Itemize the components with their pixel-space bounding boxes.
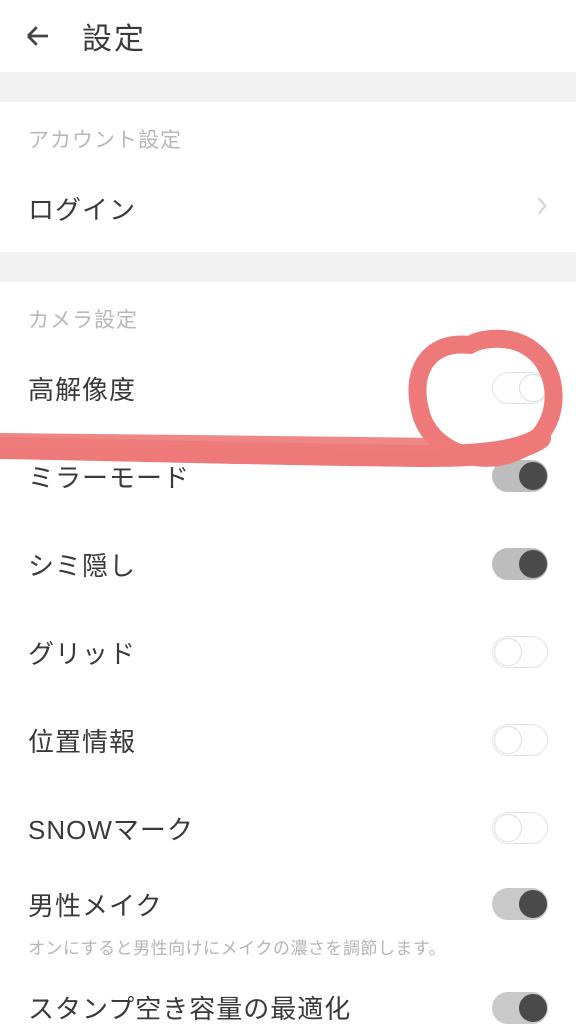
page-title: 設定 <box>82 14 146 58</box>
section-header-account: アカウント設定 <box>0 102 576 164</box>
back-arrow-icon[interactable] <box>20 18 56 54</box>
toggle-snow-mark[interactable] <box>492 812 548 844</box>
label-stamp-optimize: スタンプ空き容量の最適化 <box>28 989 351 1024</box>
row-male-makeup[interactable]: 男性メイク <box>0 872 576 936</box>
row-location[interactable]: 位置情報 <box>0 696 576 784</box>
login-label: ログイン <box>28 190 136 227</box>
section-separator <box>0 72 576 102</box>
row-mirror-mode[interactable]: ミラーモード <box>0 432 576 520</box>
toggle-location[interactable] <box>492 724 548 756</box>
toggle-blemish-hide[interactable] <box>492 548 548 580</box>
header-bar: 設定 <box>0 0 576 72</box>
toggle-mirror-mode[interactable] <box>492 460 548 492</box>
toggle-male-makeup[interactable] <box>492 888 548 920</box>
section-separator <box>0 252 576 282</box>
label-location: 位置情報 <box>28 722 136 759</box>
row-blemish-hide[interactable]: シミ隠し <box>0 520 576 608</box>
row-stamp-optimize[interactable]: スタンプ空き容量の最適化 <box>0 976 576 1024</box>
label-blemish-hide: シミ隠し <box>28 546 136 583</box>
label-mirror-mode: ミラーモード <box>28 458 190 495</box>
chevron-right-icon <box>536 196 548 221</box>
row-snow-mark[interactable]: SNOWマーク <box>0 784 576 872</box>
section-header-camera: カメラ設定 <box>0 282 576 344</box>
row-grid[interactable]: グリッド <box>0 608 576 696</box>
toggle-grid[interactable] <box>492 636 548 668</box>
label-high-resolution: 高解像度 <box>28 370 136 407</box>
toggle-high-resolution[interactable] <box>492 372 548 404</box>
sub-male-makeup: オンにすると男性向けにメイクの濃さを調節します。 <box>0 936 576 976</box>
toggle-stamp-optimize[interactable] <box>492 992 548 1024</box>
row-high-resolution[interactable]: 高解像度 <box>0 344 576 432</box>
label-male-makeup: 男性メイク <box>28 886 162 923</box>
label-grid: グリッド <box>28 634 136 671</box>
login-row[interactable]: ログイン <box>0 164 576 252</box>
label-snow-mark: SNOWマーク <box>28 810 194 847</box>
